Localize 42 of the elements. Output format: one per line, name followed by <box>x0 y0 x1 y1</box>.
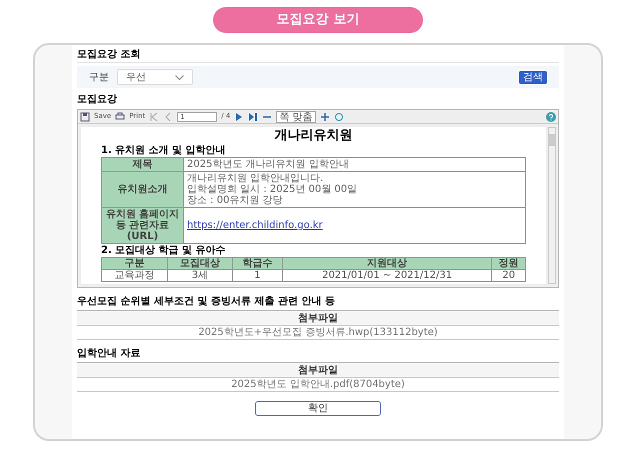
table-cell: 20 <box>492 270 526 282</box>
attachment-link[interactable]: 2025학년도 입학안내.pdf(8704byte) <box>231 377 405 392</box>
scrollbar[interactable] <box>548 127 556 284</box>
printer-icon[interactable] <box>115 112 126 122</box>
document-heading: 2. 모집대상 학급 및 유아수 <box>101 245 227 257</box>
attachment-link[interactable]: 2025학년도+우선모집 증빙서류.hwp(133112byte) <box>198 325 438 340</box>
page-title: 모집요강 보기 <box>213 7 423 33</box>
column-header: 정원 <box>492 258 526 270</box>
document-heading: 1. 유치원 소개 및 입학안내 <box>101 145 227 157</box>
category-dropdown[interactable]: 우선 <box>117 69 193 85</box>
zoom-in-icon[interactable] <box>320 112 330 122</box>
section-title: 우선모집 순위별 세부조건 및 증빙서류 제출 관련 안내 등 <box>77 295 336 308</box>
section-title: 입학안내 자료 <box>77 347 142 360</box>
column-header: 지원대상 <box>282 258 492 270</box>
row-value: 2025학년도 개나리유치원 입학안내 <box>184 158 526 172</box>
help-icon[interactable] <box>546 112 556 122</box>
section-title: 모집요강 조회 <box>77 48 559 63</box>
filter-label: 구분 <box>89 70 109 84</box>
document-title: 개나리유치원 <box>274 127 354 145</box>
table-cell: 2021/01/01 ~ 2021/12/31 <box>282 270 492 282</box>
attachment-header: 첨부파일 <box>77 362 559 377</box>
next-page-icon[interactable] <box>234 112 244 122</box>
confirm-button[interactable]: 확인 <box>255 401 381 416</box>
row-header: 유치원 홈페이지 등 관련자료(URL) <box>102 208 184 244</box>
row-header: 제목 <box>102 158 184 172</box>
column-header: 학급수 <box>232 258 282 270</box>
row-value: 개나리유치원 입학안내입니다. 입학설명회 일시 : 2025년 00월 00일 장소 : 00유치원 강당 <box>184 172 526 208</box>
attachment-header: 첨부파일 <box>77 310 559 325</box>
table-cell: 3세 <box>167 270 233 282</box>
table-cell: 1 <box>232 270 282 282</box>
search-button[interactable]: 검색 <box>519 70 547 84</box>
column-header: 구분 <box>102 258 168 270</box>
table-cell: 교육과정 <box>102 270 168 282</box>
last-page-icon[interactable] <box>248 112 258 122</box>
save-icon[interactable] <box>80 112 90 122</box>
zoom-dropdown[interactable]: 쪽 맞춤 <box>276 110 316 122</box>
homepage-link[interactable]: https://enter.childinfo.go.kr <box>187 220 323 231</box>
column-header: 모집대상 <box>167 258 233 270</box>
chevron-down-icon <box>175 74 184 80</box>
scrollbar-thumb[interactable] <box>549 134 555 146</box>
row-header: 유치원소개 <box>102 172 184 208</box>
section-title: 모집요강 <box>77 93 118 106</box>
